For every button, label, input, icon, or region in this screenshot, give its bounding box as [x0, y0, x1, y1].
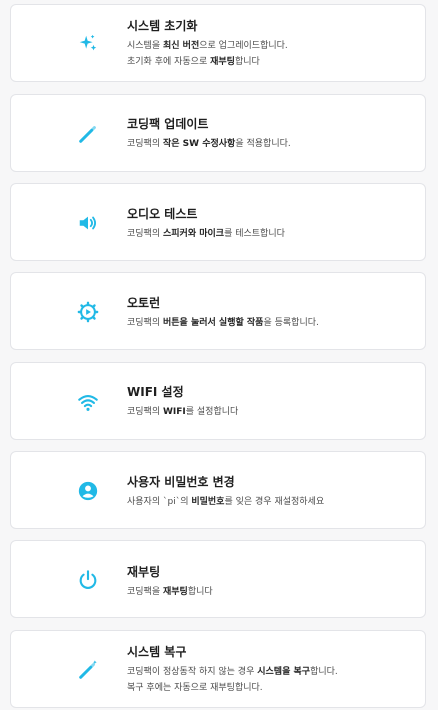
- autorun-card[interactable]: 오토런 코딩팩의 버튼을 눌러서 실행할 작품을 등록합니다.: [10, 272, 426, 350]
- system-recovery-card[interactable]: 시스템 복구 코딩팩이 정상동작 하지 않는 경우 시스템을 복구합니다. 복구…: [10, 630, 426, 708]
- user-circle-icon: [77, 480, 99, 502]
- audio-test-card[interactable]: 오디오 테스트 코딩팩의 스피커와 마이크를 테스트합니다: [10, 183, 426, 261]
- wifi-icon: [77, 391, 99, 413]
- reboot-card[interactable]: 재부팅 코딩팩을 재부팅합니다: [10, 540, 426, 618]
- card-title: 사용자 비밀번호 변경: [127, 475, 235, 489]
- settings-menu-list: 시스템 초기화 시스템을 최신 버전으로 업그레이드합니다. 초기화 후에 자동…: [0, 0, 438, 710]
- card-description-line-1: 사용자의 `pi`의 비밀번호를 잊은 경우 재설정하세요: [127, 497, 325, 507]
- speaker-icon: [77, 212, 99, 234]
- card-description-line-1: 코딩팩의 스피커와 마이크를 테스트합니다: [127, 229, 285, 239]
- card-title: 오토런: [127, 296, 161, 310]
- card-description-line-1: 코딩팩이 정상동작 하지 않는 경우 시스템을 복구합니다.: [127, 667, 338, 677]
- card-description-line-2: 복구 후에는 자동으로 재부팅합니다.: [127, 683, 263, 693]
- card-description-line-1: 시스템을 최신 버전으로 업그레이드합니다.: [127, 41, 288, 51]
- change-password-card[interactable]: 사용자 비밀번호 변경 사용자의 `pi`의 비밀번호를 잊은 경우 재설정하세…: [10, 451, 426, 529]
- card-title: 시스템 복구: [127, 645, 187, 659]
- autorun-gear-icon: [77, 301, 99, 323]
- card-description-line-1: 코딩팩의 작은 SW 수정사항을 적용합니다.: [127, 139, 291, 149]
- card-title: 오디오 테스트: [127, 207, 198, 221]
- magic-wand-icon: [77, 659, 99, 681]
- power-icon: [77, 569, 99, 591]
- magic-wand-icon: [77, 123, 99, 145]
- card-description-line-1: 코딩팩의 버튼을 눌러서 실행할 작품을 등록합니다.: [127, 318, 319, 328]
- card-title: 재부팅: [127, 565, 161, 579]
- sparkles-icon: [77, 33, 99, 55]
- system-reset-card[interactable]: 시스템 초기화 시스템을 최신 버전으로 업그레이드합니다. 초기화 후에 자동…: [10, 4, 426, 82]
- wifi-settings-card[interactable]: WIFI 설정 코딩팩의 WIFI를 설정합니다: [10, 362, 426, 440]
- card-description-line-1: 코딩팩을 재부팅합니다: [127, 587, 213, 597]
- codingpack-update-card[interactable]: 코딩팩 업데이트 코딩팩의 작은 SW 수정사항을 적용합니다.: [10, 94, 426, 172]
- card-description-line-2: 초기화 후에 자동으로 재부팅합니다: [127, 57, 260, 67]
- card-description-line-1: 코딩팩의 WIFI를 설정합니다: [127, 407, 239, 417]
- card-title: 코딩팩 업데이트: [127, 117, 209, 131]
- card-title: 시스템 초기화: [127, 19, 198, 33]
- card-title: WIFI 설정: [127, 385, 184, 399]
